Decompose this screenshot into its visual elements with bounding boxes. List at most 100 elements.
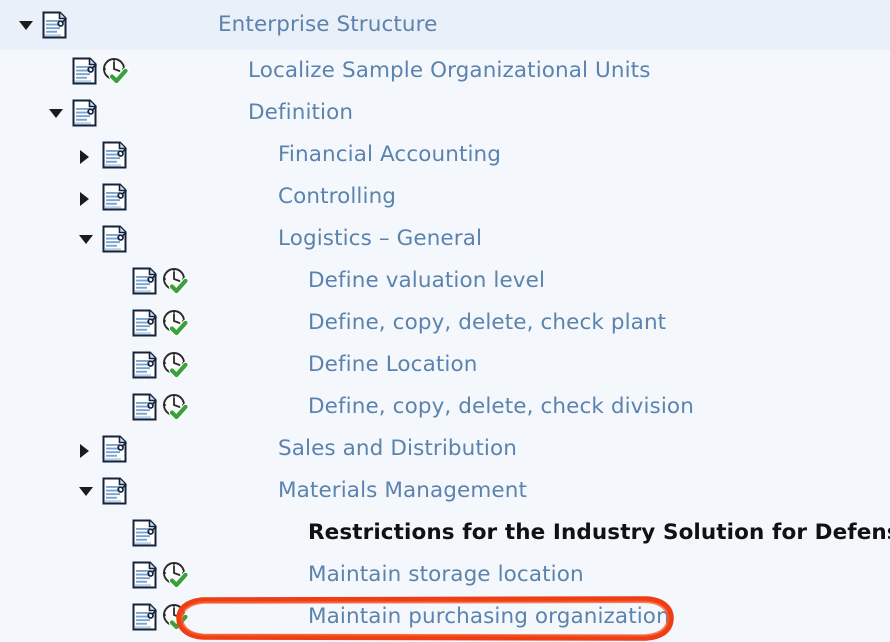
tree-row[interactable]: Define, copy, delete, check plant: [0, 302, 890, 344]
indent-spacer: [0, 617, 104, 618]
label-gutter: [192, 323, 308, 324]
tree-row-label[interactable]: Restrictions for the Industry Solution f…: [308, 522, 890, 544]
clock-check-icon[interactable]: [160, 602, 192, 632]
tree-row[interactable]: Enterprise Structure: [0, 0, 890, 50]
tree-row[interactable]: Define, copy, delete, check division: [0, 386, 890, 428]
indent-spacer: [0, 575, 104, 576]
document-icon: [100, 224, 130, 254]
tree-row[interactable]: Sales and Distribution: [0, 428, 890, 470]
tree-row-label[interactable]: Maintain storage location: [308, 564, 584, 586]
indent-spacer: [0, 71, 44, 72]
tree-row[interactable]: Materials Management: [0, 470, 890, 512]
tree-row-label[interactable]: Financial Accounting: [278, 144, 501, 166]
clock-check-icon[interactable]: [160, 560, 192, 590]
indent-spacer: [0, 491, 74, 492]
indent-spacer: [0, 113, 44, 114]
indent-spacer: [0, 533, 104, 534]
tree-row[interactable]: Define valuation level: [0, 260, 890, 302]
tree-row-label[interactable]: Define valuation level: [308, 270, 545, 292]
document-icon: [130, 518, 160, 548]
implementation-guide-tree: Enterprise Structure Localize Sample Org…: [0, 0, 890, 642]
indent-spacer: [0, 323, 104, 324]
tree-row-label[interactable]: Materials Management: [278, 480, 527, 502]
tree-row-label[interactable]: Define, copy, delete, check plant: [308, 312, 666, 334]
expander-placeholder: [104, 562, 130, 588]
expander-expand-icon[interactable]: [74, 184, 100, 210]
clock-icon-placeholder: [130, 239, 162, 240]
label-gutter: [192, 365, 308, 366]
indent-spacer: [0, 197, 74, 198]
expander-collapse-icon[interactable]: [74, 226, 100, 252]
expander-expand-icon[interactable]: [74, 436, 100, 462]
clock-icon-placeholder: [70, 25, 102, 26]
tree-row-label[interactable]: Define, copy, delete, check division: [308, 396, 694, 418]
indent-spacer: [0, 365, 104, 366]
tree-row-label[interactable]: Definition: [248, 102, 353, 124]
label-gutter: [192, 617, 308, 618]
tree-row[interactable]: Definition: [0, 92, 890, 134]
tree-row-label[interactable]: Maintain purchasing organization: [308, 606, 670, 628]
document-icon: [130, 560, 160, 590]
document-icon: [130, 392, 160, 422]
tree-row-label[interactable]: Logistics – General: [278, 228, 482, 250]
expander-placeholder: [104, 394, 130, 420]
label-gutter: [132, 71, 248, 72]
tree-row-label[interactable]: Sales and Distribution: [278, 438, 517, 460]
expander-collapse-icon[interactable]: [14, 12, 40, 38]
document-icon: [70, 56, 100, 86]
label-gutter: [162, 197, 278, 198]
label-gutter: [162, 449, 278, 450]
clock-icon-placeholder: [130, 491, 162, 492]
tree-row[interactable]: Define Location: [0, 344, 890, 386]
indent-spacer: [0, 407, 104, 408]
tree-row[interactable]: Financial Accounting: [0, 134, 890, 176]
tree-row[interactable]: Maintain storage location: [0, 554, 890, 596]
document-icon: [40, 10, 70, 40]
clock-check-icon[interactable]: [160, 308, 192, 338]
expander-placeholder: [104, 352, 130, 378]
expander-collapse-icon[interactable]: [74, 478, 100, 504]
document-icon: [100, 434, 130, 464]
clock-check-icon[interactable]: [100, 56, 132, 86]
clock-check-icon[interactable]: [160, 392, 192, 422]
tree-row-label[interactable]: Controlling: [278, 186, 396, 208]
expander-placeholder: [104, 310, 130, 336]
indent-spacer: [0, 281, 104, 282]
expander-placeholder: [104, 604, 130, 630]
tree-row-label[interactable]: Enterprise Structure: [218, 14, 437, 36]
tree-row[interactable]: Controlling: [0, 176, 890, 218]
document-icon: [100, 182, 130, 212]
indent-spacer: [0, 155, 74, 156]
expander-expand-icon[interactable]: [74, 142, 100, 168]
label-gutter: [192, 407, 308, 408]
indent-spacer: [0, 449, 74, 450]
label-gutter: [162, 491, 278, 492]
label-gutter: [162, 155, 278, 156]
indent-spacer: [0, 239, 74, 240]
label-gutter: [132, 113, 248, 114]
clock-check-icon[interactable]: [160, 350, 192, 380]
label-gutter: [102, 25, 218, 26]
tree-row[interactable]: Localize Sample Organizational Units: [0, 50, 890, 92]
clock-check-icon[interactable]: [160, 266, 192, 296]
clock-icon-placeholder: [160, 533, 192, 534]
tree-row-label[interactable]: Localize Sample Organizational Units: [248, 60, 651, 82]
tree-row[interactable]: Maintain purchasing organization: [0, 596, 890, 638]
document-icon: [130, 350, 160, 380]
tree-row[interactable]: Logistics – General: [0, 218, 890, 260]
expander-collapse-icon[interactable]: [44, 100, 70, 126]
document-icon: [130, 602, 160, 632]
document-icon: [100, 140, 130, 170]
tree-row[interactable]: Restrictions for the Industry Solution f…: [0, 512, 890, 554]
indent-spacer: [0, 25, 14, 26]
clock-icon-placeholder: [130, 449, 162, 450]
expander-placeholder: [44, 58, 70, 84]
document-icon: [70, 98, 100, 128]
expander-placeholder: [104, 268, 130, 294]
expander-placeholder: [104, 520, 130, 546]
label-gutter: [162, 239, 278, 240]
document-icon: [130, 308, 160, 338]
tree-row-label[interactable]: Define Location: [308, 354, 477, 376]
label-gutter: [192, 533, 308, 534]
clock-icon-placeholder: [130, 155, 162, 156]
